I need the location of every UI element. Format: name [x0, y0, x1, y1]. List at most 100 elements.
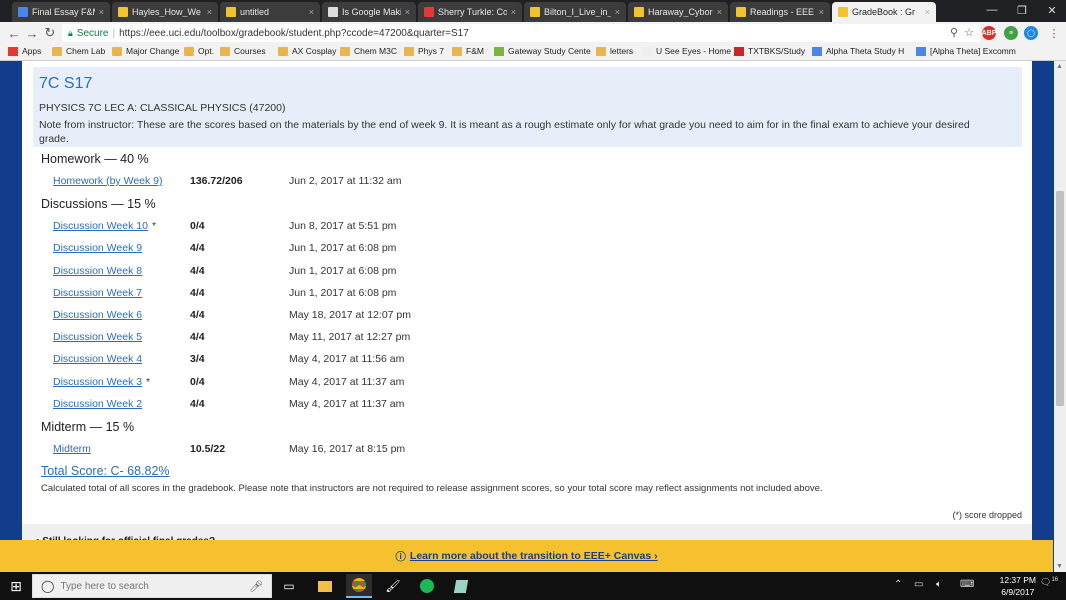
- tab-favicon-icon: [226, 7, 236, 17]
- minimize-button[interactable]: —: [978, 0, 1006, 20]
- back-arrow-icon[interactable]: ←: [6, 25, 22, 41]
- bookmark-item[interactable]: Opt.: [184, 46, 214, 56]
- assignment-link[interactable]: Discussion Week 4: [53, 353, 142, 365]
- spotify-icon[interactable]: [414, 574, 440, 598]
- folder-icon: [184, 46, 194, 56]
- close-tab-icon[interactable]: ×: [305, 7, 314, 17]
- chrome-icon[interactable]: [346, 574, 372, 598]
- folder-icon: [596, 46, 606, 56]
- assignment-score: 4/4: [190, 331, 205, 344]
- battery-icon[interactable]: ▭: [914, 579, 923, 590]
- assignment-link[interactable]: Discussion Week 9: [53, 242, 142, 254]
- bookmark-item[interactable]: letters: [596, 46, 633, 56]
- tab-favicon-icon: [18, 7, 28, 17]
- assignment-link[interactable]: Midterm: [53, 443, 91, 455]
- bookmark-item[interactable]: [Alpha Theta] Excomm: [916, 46, 1016, 56]
- bookmark-item[interactable]: F&M: [452, 46, 484, 56]
- browser-tab[interactable]: untitled ×: [220, 2, 320, 22]
- browser-tab[interactable]: Is Google Makin ×: [322, 2, 416, 22]
- restore-button[interactable]: ❐: [1008, 0, 1036, 20]
- volume-icon[interactable]: 🔈︎: [936, 579, 942, 590]
- extension-icon[interactable]: ≡: [1004, 26, 1018, 40]
- taskbar-search-box[interactable]: ◯ Type here to search 🎤︎: [32, 574, 272, 598]
- canvas-transition-banner[interactable]: ⓘ Learn more about the transition to EEE…: [0, 540, 1053, 572]
- tab-label: Sherry Turkle: Co: [438, 7, 507, 17]
- browser-tab[interactable]: Readings - EEE ×: [730, 2, 830, 22]
- taskbar-search-placeholder: Type here to search: [60, 580, 149, 592]
- bookmark-label: letters: [610, 46, 634, 56]
- close-tab-icon[interactable]: ×: [815, 7, 824, 17]
- bookmark-item[interactable]: Chem Lab: [52, 46, 105, 56]
- bookmark-item[interactable]: Major Change: [112, 46, 179, 56]
- browser-tab[interactable]: Bilton_I_Live_in_t ×: [524, 2, 626, 22]
- assignment-link[interactable]: Discussion Week 3: [53, 376, 142, 388]
- assignment-score: 4/4: [190, 242, 205, 255]
- close-tab-icon[interactable]: ×: [95, 7, 104, 17]
- close-tab-icon[interactable]: ×: [401, 7, 410, 17]
- dropped-legend: (*) score dropped: [952, 510, 1022, 520]
- bookmark-item[interactable]: Chem M3C: [340, 46, 397, 56]
- total-score-link[interactable]: Total Score: C- 68.82%: [41, 464, 170, 478]
- grade-row: Discussion Week 2 4/4 May 4, 2017 at 11:37…: [53, 398, 673, 418]
- tray-chevron-icon[interactable]: ⌃: [894, 579, 902, 590]
- scrollbar-thumb[interactable]: [1056, 191, 1064, 406]
- close-tab-icon[interactable]: ×: [611, 7, 620, 17]
- page-scrollbar[interactable]: ▲ ▼: [1054, 61, 1066, 572]
- bookmark-item[interactable]: Apps: [8, 46, 41, 56]
- lock-icon: 🔒︎: [68, 27, 73, 38]
- system-clock[interactable]: 12:37 PM 6/9/2017: [1000, 574, 1036, 598]
- microphone-icon[interactable]: 🎤︎: [249, 580, 263, 593]
- keyboard-icon[interactable]: ⌨︎: [960, 579, 974, 590]
- task-view-icon[interactable]: ▭: [276, 574, 302, 598]
- menu-kebab-icon[interactable]: ⋮: [1046, 25, 1062, 41]
- browser-tab[interactable]: Haraway_Cyborg ×: [628, 2, 728, 22]
- extension-icon[interactable]: ABP: [982, 26, 996, 40]
- bookmark-label: Chem Lab: [66, 46, 106, 56]
- windows-start-icon[interactable]: ⊞: [8, 578, 24, 594]
- bookmark-star-icon[interactable]: ☆: [964, 26, 974, 39]
- site-favicon-icon: [494, 46, 504, 56]
- close-tab-icon[interactable]: ×: [921, 7, 930, 17]
- close-window-button[interactable]: ✕: [1038, 0, 1066, 20]
- bookmark-item[interactable]: Gateway Study Cente: [494, 46, 591, 56]
- bookmark-item[interactable]: Alpha Theta Study H: [812, 46, 904, 56]
- bookmark-label: Alpha Theta Study H: [826, 46, 905, 56]
- assignment-link[interactable]: Discussion Week 7: [53, 287, 142, 299]
- assignment-link[interactable]: Discussion Week 8: [53, 265, 142, 277]
- assignment-link[interactable]: Discussion Week 10: [53, 220, 148, 232]
- forward-arrow-icon[interactable]: →: [24, 25, 40, 41]
- reload-icon[interactable]: ↻: [42, 25, 58, 41]
- bookmark-item[interactable]: U See Eyes - Home: [642, 46, 731, 56]
- close-tab-icon[interactable]: ×: [507, 7, 516, 17]
- notifications-icon[interactable]: 🗨︎16: [1040, 577, 1058, 588]
- apps-grid-icon: [8, 46, 18, 56]
- close-tab-icon[interactable]: ×: [203, 7, 212, 17]
- close-tab-icon[interactable]: ×: [713, 7, 722, 17]
- bookmark-item[interactable]: AX Cosplay: [278, 46, 336, 56]
- browser-tab[interactable]: GradeBook : Gr ×: [832, 2, 936, 22]
- assignment-link[interactable]: Discussion Week 2: [53, 398, 142, 410]
- bookmark-item[interactable]: TXTBKS/Study: [734, 46, 805, 56]
- assignment-link[interactable]: Discussion Week 6: [53, 309, 142, 321]
- address-bar[interactable]: 🔒︎ Secure | https://eee.uci.edu/toolbox/…: [62, 24, 980, 42]
- url-text[interactable]: https://eee.uci.edu/toolbox/gradebook/st…: [119, 28, 469, 39]
- scroll-down-icon[interactable]: ▼: [1056, 563, 1063, 570]
- notes-app-icon[interactable]: [448, 574, 474, 598]
- file-explorer-icon[interactable]: [312, 574, 338, 598]
- assignment-link[interactable]: Homework (by Week 9): [53, 175, 163, 187]
- total-score-note: Calculated total of all scores in the gr…: [41, 483, 823, 494]
- banner-link[interactable]: Learn more about the transition to EEE+ …: [410, 550, 658, 562]
- bookmark-label: Opt.: [198, 46, 215, 56]
- assignment-link[interactable]: Discussion Week 5: [53, 331, 142, 343]
- bookmark-item[interactable]: Phys 7: [404, 46, 444, 56]
- bookmarks-bar: Apps Chem Lab Major Change Opt. Courses AX Co…: [0, 44, 1066, 61]
- browser-tab[interactable]: Final Essay F&M ×: [12, 2, 110, 22]
- bookmark-item[interactable]: Courses: [220, 46, 266, 56]
- browser-tab[interactable]: Hayles_How_We ×: [112, 2, 218, 22]
- bookmark-label: Gateway Study Cente: [508, 46, 591, 56]
- paint-icon[interactable]: 🖌︎: [380, 574, 406, 598]
- extension-icon[interactable]: ◯: [1024, 26, 1038, 40]
- scroll-up-icon[interactable]: ▲: [1056, 63, 1063, 70]
- zoom-icon[interactable]: ⚲: [950, 26, 958, 39]
- browser-tab[interactable]: Sherry Turkle: Co ×: [418, 2, 522, 22]
